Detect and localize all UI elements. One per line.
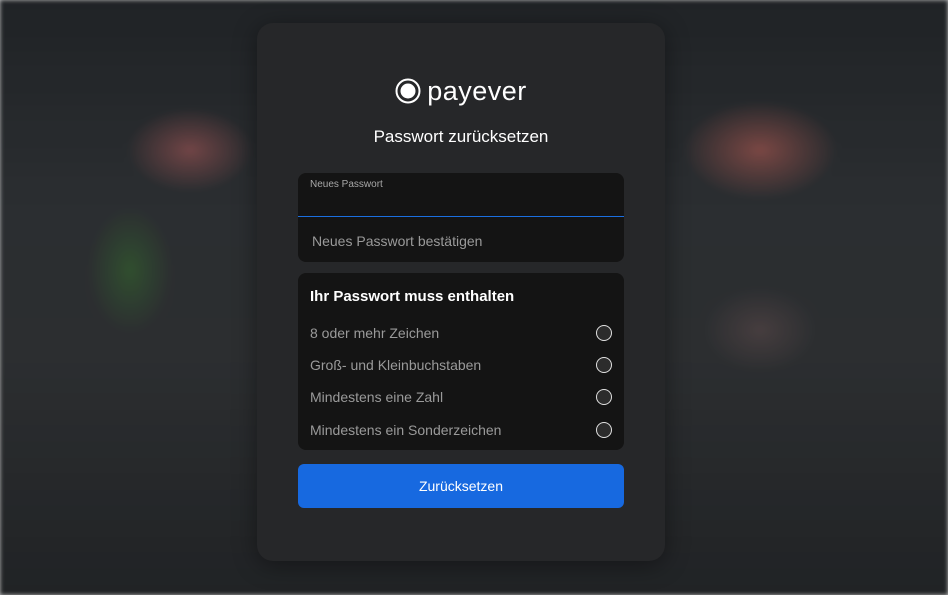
reset-password-card: payever Passwort zurücksetzen Neues Pass…	[257, 23, 665, 561]
confirm-password-field[interactable]	[298, 217, 624, 262]
requirement-label: 8 oder mehr Zeichen	[310, 325, 440, 341]
brand-name: payever	[427, 76, 527, 106]
requirement-label: Groß- und Kleinbuchstaben	[310, 357, 482, 373]
requirement-label: Mindestens eine Zahl	[310, 389, 444, 405]
requirement-item: Mindestens eine Zahl	[310, 386, 612, 408]
requirement-label: Mindestens ein Sonderzeichen	[310, 422, 502, 438]
requirement-status-icon	[596, 422, 612, 438]
password-fields-group: Neues Passwort	[298, 173, 624, 262]
requirement-status-icon	[596, 325, 612, 341]
requirement-item: 8 oder mehr Zeichen	[310, 322, 612, 344]
new-password-field[interactable]: Neues Passwort	[298, 173, 624, 217]
page-title: Passwort zurücksetzen	[373, 127, 549, 146]
password-requirements: Ihr Passwort muss enthalten 8 oder mehr …	[298, 273, 624, 450]
requirement-status-icon	[596, 357, 612, 373]
reset-button[interactable]: Zurücksetzen	[298, 464, 624, 508]
new-password-input[interactable]	[310, 193, 614, 213]
new-password-label: Neues Passwort	[310, 179, 383, 190]
payever-logo-icon	[395, 78, 421, 104]
requirement-item: Groß- und Kleinbuchstaben	[310, 354, 612, 376]
requirements-title: Ihr Passwort muss enthalten	[310, 288, 515, 305]
confirm-password-input[interactable]	[310, 230, 614, 252]
requirement-item: Mindestens ein Sonderzeichen	[310, 419, 612, 441]
requirement-status-icon	[596, 389, 612, 405]
payever-logo: payever	[257, 76, 665, 106]
